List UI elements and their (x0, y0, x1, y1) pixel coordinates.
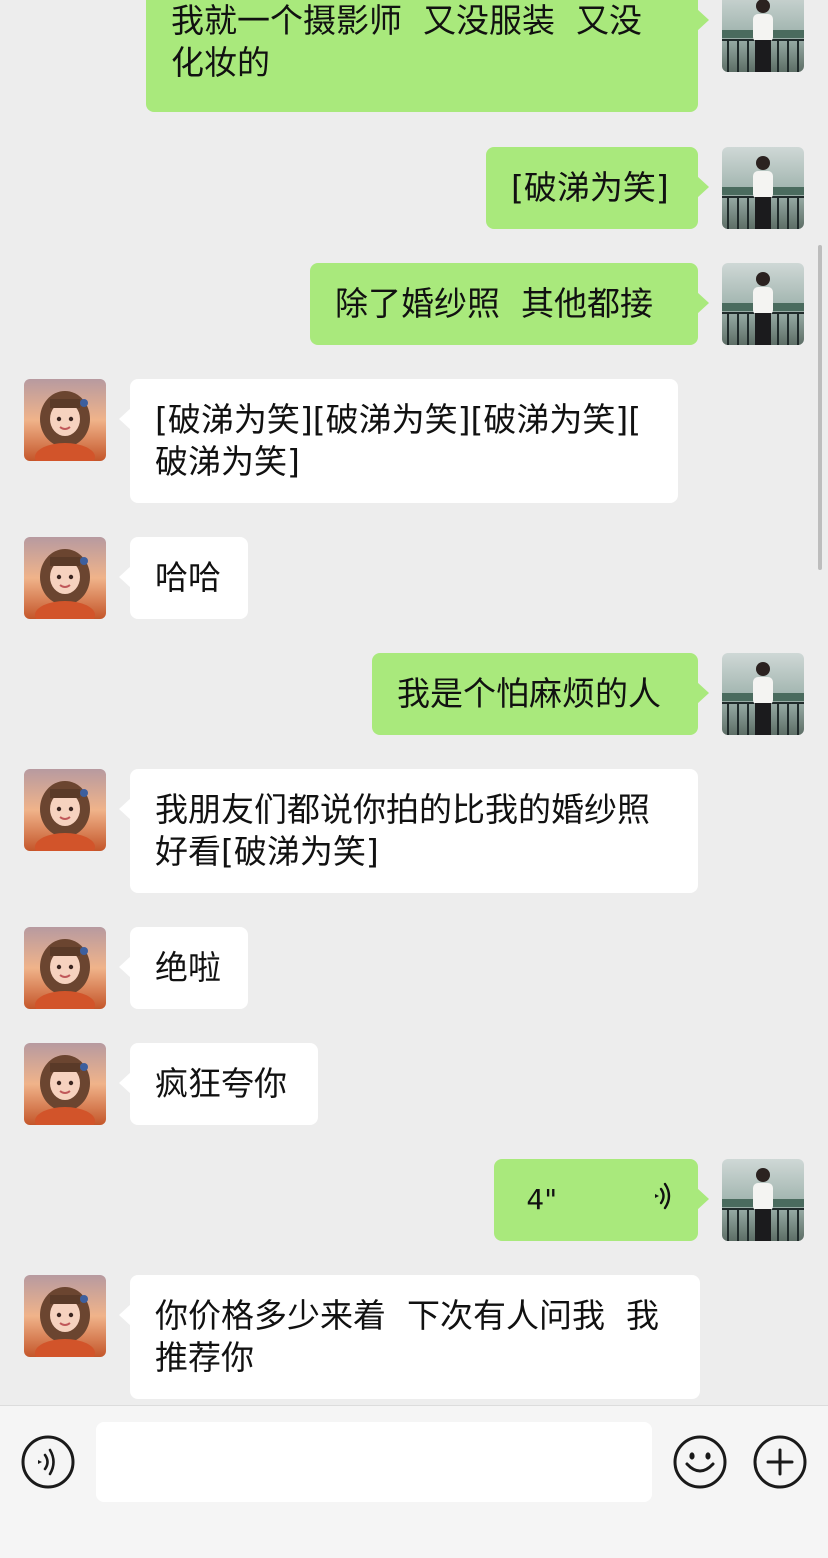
message-bubble[interactable]: 哈哈 (119, 537, 248, 619)
avatar-contact[interactable] (24, 1275, 106, 1357)
more-button[interactable] (752, 1434, 808, 1490)
emoji-button[interactable] (672, 1434, 728, 1490)
avatar-self[interactable] (722, 1159, 804, 1241)
message-bubble[interactable]: 除了婚纱照 其他都接 (310, 263, 709, 345)
message-bubble[interactable]: 我就一个摄影师 又没服装 又没 化妆的 (146, 0, 709, 112)
voice-mode-icon (20, 1435, 76, 1494)
avatar-contact[interactable] (24, 537, 106, 619)
message-input[interactable] (96, 1422, 652, 1502)
avatar-self[interactable] (722, 653, 804, 735)
avatar-contact[interactable] (24, 769, 106, 851)
emoji-icon (672, 1435, 728, 1494)
voice-duration: 4" (526, 1183, 558, 1216)
message-bubble[interactable]: 绝啦 (119, 927, 248, 1009)
avatar-self[interactable] (722, 0, 804, 72)
avatar-contact[interactable] (24, 1043, 106, 1125)
chat-history[interactable]: 我就一个摄影师 又没服装 又没 化妆的 [破涕为笑] 除了婚纱照 其他都接 [破… (0, 0, 828, 1405)
voice-message-bubble[interactable]: 4" (494, 1159, 709, 1241)
avatar-contact[interactable] (24, 379, 106, 461)
input-bar (0, 1405, 828, 1558)
voice-mode-button[interactable] (20, 1434, 76, 1490)
message-bubble[interactable]: 我是个怕麻烦的人 (372, 653, 709, 735)
message-bubble[interactable]: 你价格多少来着 下次有人问我 我 推荐你 (119, 1275, 700, 1399)
voice-wave-icon (567, 1137, 673, 1263)
message-bubble[interactable]: 疯狂夸你 (119, 1043, 318, 1125)
message-bubble[interactable]: [破涕为笑] (486, 147, 709, 229)
avatar-contact[interactable] (24, 927, 106, 1009)
message-bubble[interactable]: 我朋友们都说你拍的比我的婚纱照 好看[破涕为笑] (119, 769, 698, 893)
avatar-self[interactable] (722, 147, 804, 229)
avatar-self[interactable] (722, 263, 804, 345)
scrollbar[interactable] (818, 245, 822, 570)
plus-icon (752, 1435, 808, 1494)
message-bubble[interactable]: [破涕为笑][破涕为笑][破涕为笑][ 破涕为笑] (119, 379, 678, 503)
